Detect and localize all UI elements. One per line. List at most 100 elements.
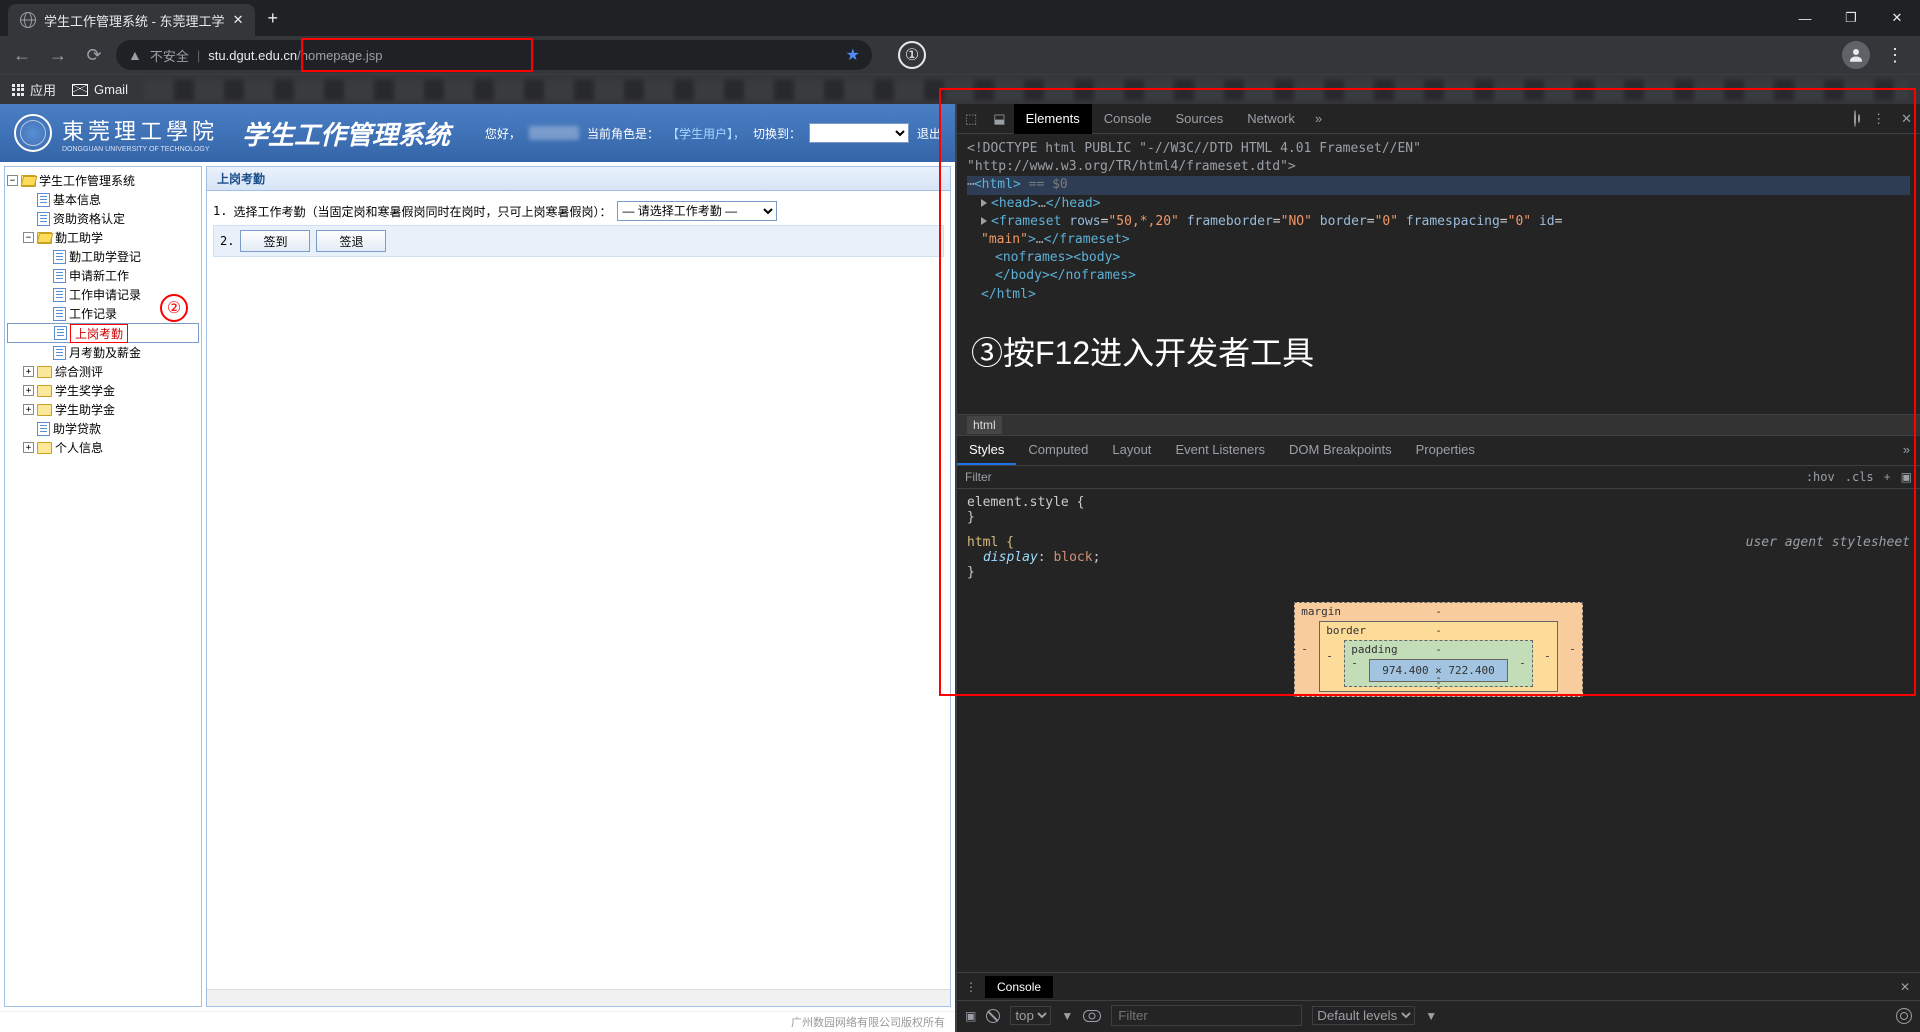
address-bar[interactable]: ▲ 不安全 | stu.dgut.edu.cn/homepage.jsp ★ xyxy=(116,40,872,70)
filter-label[interactable]: Filter xyxy=(965,470,992,484)
page-icon xyxy=(53,307,66,321)
blurred-bookmarks xyxy=(144,80,1908,100)
tab-sources[interactable]: Sources xyxy=(1164,104,1236,134)
live-expression-icon[interactable] xyxy=(1083,1010,1101,1022)
bookmark-star-icon[interactable]: ★ xyxy=(846,45,860,65)
console-tab[interactable]: Console xyxy=(985,976,1053,998)
tab-styles[interactable]: Styles xyxy=(957,436,1016,465)
styles-more-icon[interactable]: » xyxy=(1893,436,1920,465)
browser-menu-icon[interactable]: ⋮ xyxy=(1878,45,1912,66)
role-value: 【学生用户】， xyxy=(667,125,745,142)
browser-tab[interactable]: 学生工作管理系统 - 东莞理工学 ✕ xyxy=(8,4,255,36)
nav-reload-icon[interactable]: ⟳ xyxy=(80,41,108,69)
styles-rules[interactable]: element.style { } html {user agent style… xyxy=(957,489,1920,586)
work-select[interactable]: — 请选择工作考勤 — xyxy=(617,201,777,221)
folder-icon xyxy=(37,404,52,416)
role-label: 当前角色是： xyxy=(587,125,659,142)
bookmarks-bar: 应用 Gmail xyxy=(0,74,1920,104)
folder-icon xyxy=(37,366,52,378)
tab-computed[interactable]: Computed xyxy=(1016,436,1100,465)
step1-label: 选择工作考勤（当固定岗和寒暑假岗同时在岗时，只可上岗寒暑假岗）： xyxy=(233,203,611,220)
globe-icon xyxy=(20,12,36,28)
elements-tree[interactable]: <!DOCTYPE html PUBLIC "-//W3C//DTD HTML … xyxy=(957,134,1920,310)
styles-filter-row: Filter :hov .cls + ▣ xyxy=(957,466,1920,489)
greeting-label: 您好， xyxy=(485,125,521,142)
app-header: 東莞理工學院 DONGGUAN UNIVERSITY OF TECHNOLOGY… xyxy=(0,104,955,162)
apps-shortcut[interactable]: 应用 xyxy=(12,80,56,99)
settings-gear-icon[interactable] xyxy=(1846,111,1864,127)
console-drawer: ⋮ Console ✕ ▣ top ▼ Default levels ▼ xyxy=(957,972,1920,1032)
tab-title: 学生工作管理系统 - 东莞理工学 xyxy=(44,11,225,30)
page-icon xyxy=(53,250,66,264)
console-filter-input[interactable] xyxy=(1111,1005,1302,1026)
tab-dom-breakpoints[interactable]: DOM Breakpoints xyxy=(1277,436,1404,465)
annotation-text-3: ③按F12进入开发者工具 xyxy=(957,310,1920,414)
university-logo: 東莞理工學院 DONGGUAN UNIVERSITY OF TECHNOLOGY xyxy=(14,114,218,153)
tab-elements[interactable]: Elements xyxy=(1014,104,1092,134)
window-maximize-icon[interactable]: ❐ xyxy=(1828,0,1874,36)
app-title: 学生工作管理系统 xyxy=(242,115,450,152)
insecure-icon: ▲ xyxy=(128,47,142,63)
page-icon xyxy=(53,269,66,283)
devtools-close-icon[interactable]: ✕ xyxy=(1893,111,1920,127)
sidebar-item-attendance[interactable]: 上岗考勤 xyxy=(7,323,199,343)
app-footer: 广州数园网络有限公司版权所有 xyxy=(0,1011,955,1032)
styles-tabs: Styles Computed Layout Event Listeners D… xyxy=(957,436,1920,466)
device-toggle-icon[interactable]: ⬓ xyxy=(985,111,1013,127)
devtools-header: ⬚ ⬓ Elements Console Sources Network » ⋮… xyxy=(957,104,1920,134)
folder-icon xyxy=(37,442,52,454)
window-minimize-icon[interactable]: — xyxy=(1782,0,1828,36)
logout-link[interactable]: 退出 xyxy=(917,125,941,142)
page-icon xyxy=(37,212,50,226)
console-settings-icon[interactable] xyxy=(1896,1008,1912,1024)
tab-event-listeners[interactable]: Event Listeners xyxy=(1163,436,1277,465)
new-tab-button[interactable]: + xyxy=(267,8,278,29)
page-icon xyxy=(53,346,66,360)
browser-titlebar: 学生工作管理系统 - 东莞理工学 ✕ + — ❐ ✕ xyxy=(0,0,1920,36)
gmail-shortcut[interactable]: Gmail xyxy=(72,82,128,97)
page-icon xyxy=(37,193,50,207)
tab-console[interactable]: Console xyxy=(1092,104,1164,134)
url-text: stu.dgut.edu.cn/homepage.jsp xyxy=(208,48,382,63)
tab-layout[interactable]: Layout xyxy=(1100,436,1163,465)
inspect-icon[interactable]: ⬚ xyxy=(957,111,985,127)
main-panel: 上岗考勤 1. 选择工作考勤（当固定岗和寒暑假岗同时在岗时，只可上岗寒暑假岗）：… xyxy=(206,166,951,1007)
browser-toolbar: ← → ⟳ ▲ 不安全 | stu.dgut.edu.cn/homepage.j… xyxy=(0,36,1920,74)
cls-toggle[interactable]: .cls xyxy=(1845,470,1874,484)
more-tabs-icon[interactable]: » xyxy=(1307,111,1330,126)
role-switch-select[interactable] xyxy=(809,123,909,143)
add-rule-icon[interactable]: + xyxy=(1884,470,1891,484)
signout-button[interactable]: 签退 xyxy=(316,230,386,252)
nav-forward-icon[interactable]: → xyxy=(44,41,72,69)
tab-close-icon[interactable]: ✕ xyxy=(233,12,244,28)
drawer-menu-icon[interactable]: ⋮ xyxy=(957,980,985,994)
devtools-panel: ⬚ ⬓ Elements Console Sources Network » ⋮… xyxy=(955,104,1920,1032)
log-levels-select[interactable]: Default levels xyxy=(1312,1006,1415,1025)
webapp-frame: 東莞理工學院 DONGGUAN UNIVERSITY OF TECHNOLOGY… xyxy=(0,104,955,1032)
switch-label: 切换到： xyxy=(753,125,801,142)
clear-console-icon[interactable] xyxy=(986,1009,1000,1023)
signin-button[interactable]: 签到 xyxy=(240,230,310,252)
apps-grid-icon xyxy=(12,84,24,96)
profile-avatar-icon[interactable] xyxy=(1842,41,1870,69)
page-icon xyxy=(53,288,66,302)
console-sidebar-icon[interactable]: ▣ xyxy=(965,1009,976,1023)
page-icon xyxy=(54,326,67,340)
folder-icon xyxy=(37,232,52,244)
annotation-circle-2: ② xyxy=(160,294,188,322)
devtools-menu-icon[interactable]: ⋮ xyxy=(1864,111,1893,127)
drawer-close-icon[interactable]: ✕ xyxy=(1890,980,1920,994)
annotation-circle-1: ① xyxy=(898,41,926,69)
hov-toggle[interactable]: :hov xyxy=(1806,470,1835,484)
tab-properties[interactable]: Properties xyxy=(1404,436,1487,465)
horizontal-scrollbar[interactable] xyxy=(207,989,950,1006)
toggle-sidebar-icon[interactable]: ▣ xyxy=(1901,470,1912,484)
breadcrumb[interactable]: html xyxy=(957,414,1920,436)
page-icon xyxy=(37,422,50,436)
window-close-icon[interactable]: ✕ xyxy=(1874,0,1920,36)
gmail-icon xyxy=(72,84,88,96)
sidebar-tree[interactable]: −学生工作管理系统 基本信息 资助资格认定 −勤工助学 勤工助学登记 申请新工作… xyxy=(4,166,202,1007)
tab-network[interactable]: Network xyxy=(1235,104,1307,134)
context-select[interactable]: top xyxy=(1010,1006,1051,1025)
nav-back-icon[interactable]: ← xyxy=(8,41,36,69)
